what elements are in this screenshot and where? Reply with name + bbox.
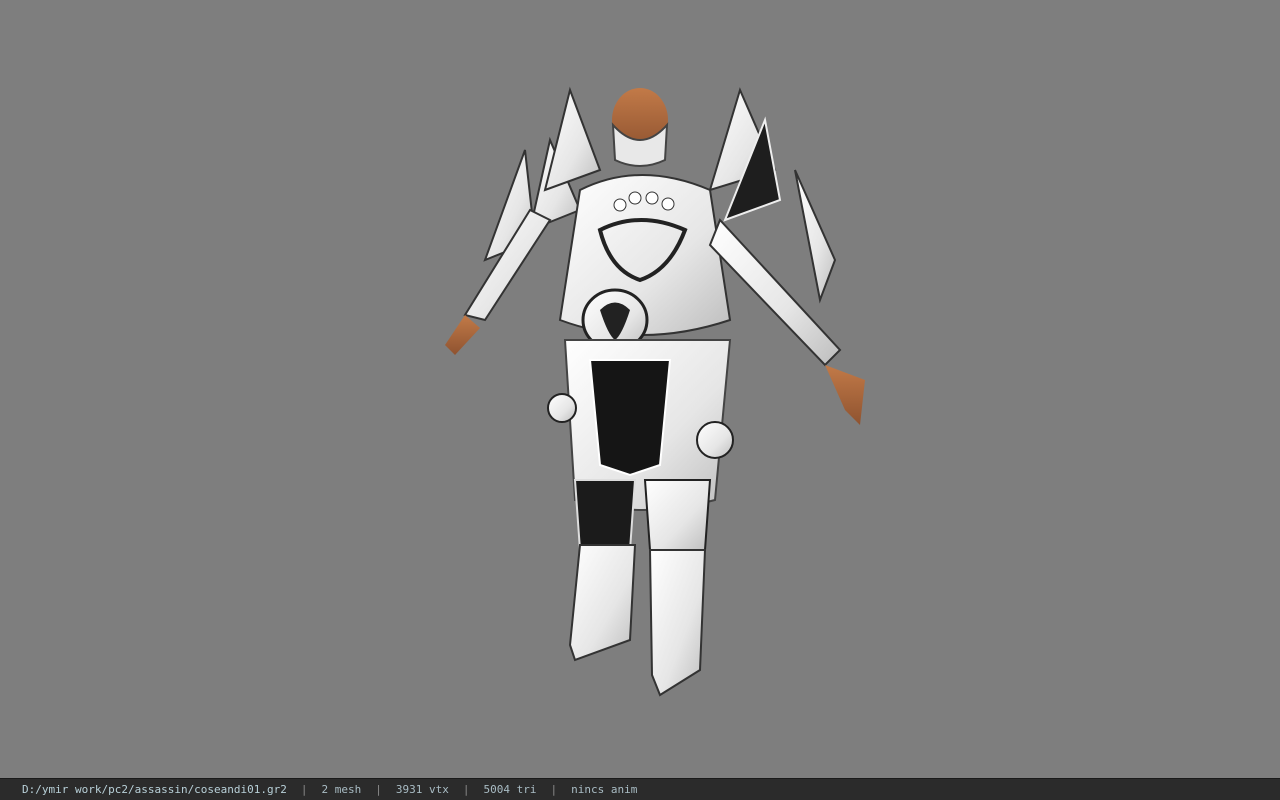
3d-viewport[interactable]	[0, 0, 1280, 778]
mesh-count: 2 mesh	[321, 783, 362, 796]
triangle-count: 5004 tri	[483, 783, 537, 796]
separator: |	[462, 783, 470, 796]
character-model-icon	[445, 86, 865, 697]
file-path: D:/ymir work/pc2/assassin/coseandi01.gr2	[22, 783, 287, 796]
separator: |	[375, 783, 382, 796]
vertex-count: 3931 vtx	[395, 783, 449, 796]
separator: |	[550, 783, 558, 796]
status-bar: D:/ymir work/pc2/assassin/coseandi01.gr2…	[0, 778, 1280, 800]
separator: |	[300, 783, 308, 796]
animation-status: nincs anim	[571, 783, 638, 796]
